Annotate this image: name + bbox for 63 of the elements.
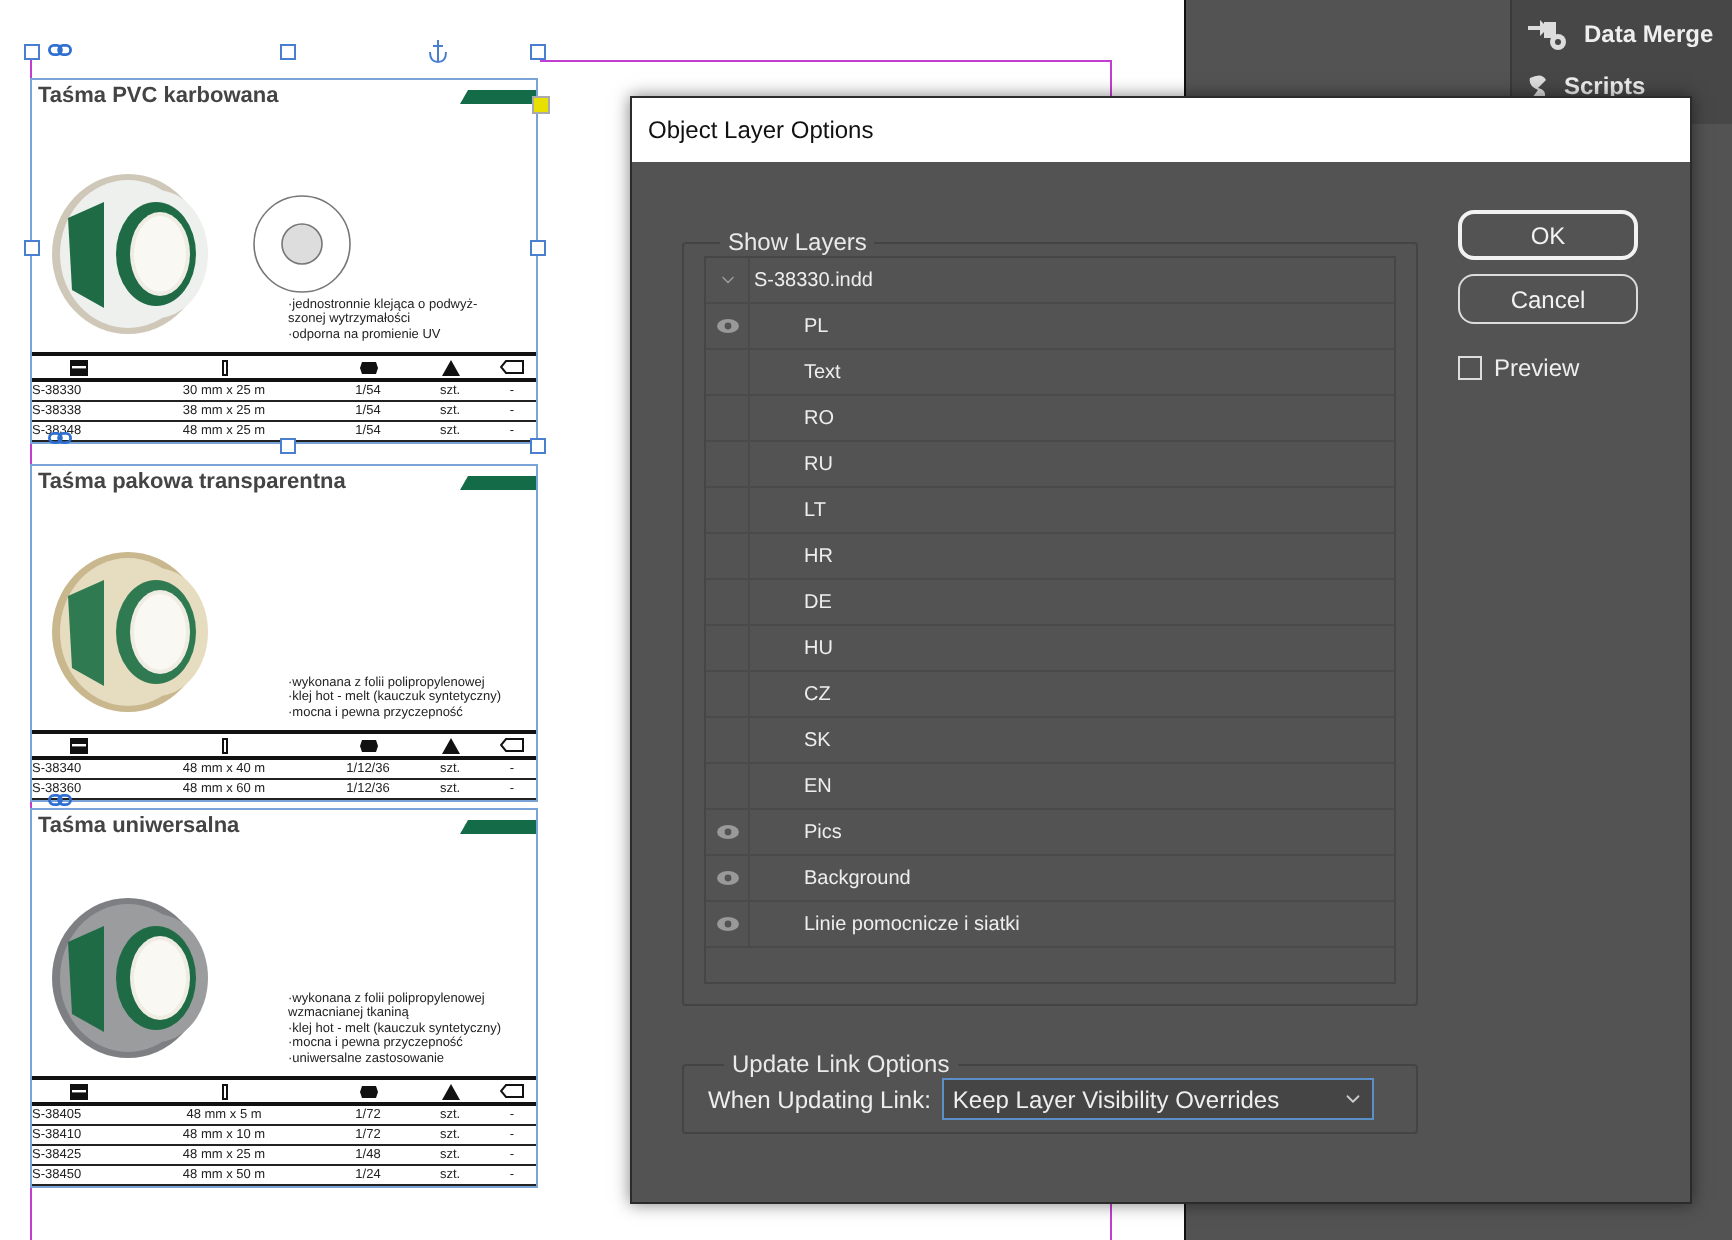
layer-name[interactable]: Text	[750, 350, 841, 394]
label-stripe	[460, 819, 536, 833]
layer-name[interactable]: S-38330.indd	[750, 258, 873, 302]
layer-name[interactable]: EN	[750, 764, 832, 808]
layer-name[interactable]: PL	[750, 304, 829, 348]
layer-name[interactable]: Linie pomocnicze i siatki	[750, 902, 1020, 946]
eye-icon[interactable]	[715, 824, 739, 840]
product-title: Taśma pakowa transparentna	[38, 470, 346, 494]
product-title: Taśma uniwersalna	[38, 814, 240, 838]
product-title: Taśma PVC karbowana	[38, 84, 279, 108]
selection-handle[interactable]	[280, 438, 296, 454]
package-icon	[359, 737, 377, 753]
selection-handle[interactable]	[24, 44, 40, 60]
stack-icon	[441, 359, 459, 375]
selection-handle[interactable]	[24, 240, 40, 256]
layer-name[interactable]: Pics	[750, 810, 842, 854]
selection-handle[interactable]	[532, 96, 550, 114]
ring-drawing	[252, 193, 352, 293]
ok-button[interactable]: OK	[1458, 210, 1638, 260]
group-label: Update Link Options	[730, 1050, 952, 1078]
cancel-button[interactable]: Cancel	[1458, 274, 1638, 324]
layer-name[interactable]: CZ	[750, 672, 831, 716]
selection-handle[interactable]	[530, 438, 546, 454]
label-stripe	[460, 89, 536, 103]
preview-checkbox[interactable]	[1458, 356, 1482, 380]
link-option-dropdown[interactable]: Keep Layer Visibility Overrides	[942, 1078, 1375, 1120]
layer-name[interactable]: LT	[750, 488, 826, 532]
selection-handle[interactable]	[530, 44, 546, 60]
eye-icon[interactable]	[715, 870, 739, 886]
tag-icon	[500, 1084, 524, 1098]
layer-name[interactable]: HU	[750, 626, 833, 670]
box-icon	[69, 359, 87, 375]
layer-name[interactable]: Background	[750, 856, 911, 900]
stack-icon	[441, 1083, 459, 1099]
tag-icon	[500, 360, 524, 374]
ruler-icon	[221, 1083, 227, 1099]
ruler-icon	[221, 737, 227, 753]
package-icon	[359, 359, 377, 375]
panel-item[interactable]: Scripts	[1564, 72, 1646, 100]
eye-icon[interactable]	[715, 916, 739, 932]
checkbox-label: Preview	[1494, 354, 1580, 382]
eye-icon[interactable]	[715, 318, 739, 334]
ruler-icon	[221, 359, 227, 375]
label-stripe	[460, 475, 536, 489]
window-title: Object Layer Options	[648, 116, 874, 144]
selection-handle[interactable]	[280, 44, 296, 60]
link-icon	[48, 44, 72, 56]
selection-handle[interactable]	[530, 240, 546, 256]
layer-name[interactable]: DE	[750, 580, 832, 624]
link-icon	[48, 794, 72, 806]
package-icon	[359, 1083, 377, 1099]
field-label: When Updating Link:	[708, 1085, 931, 1113]
layer-name[interactable]: HR	[750, 534, 833, 578]
link-icon	[48, 432, 72, 444]
box-icon	[69, 737, 87, 753]
layer-name[interactable]: RO	[750, 396, 834, 440]
tag-icon	[500, 738, 524, 752]
box-icon	[69, 1083, 87, 1099]
group-label: Show Layers	[726, 228, 869, 256]
layer-name[interactable]: SK	[750, 718, 831, 762]
panel-item[interactable]: Data Merge	[1584, 20, 1714, 48]
stack-icon	[441, 737, 459, 753]
layer-name[interactable]: RU	[750, 442, 833, 486]
